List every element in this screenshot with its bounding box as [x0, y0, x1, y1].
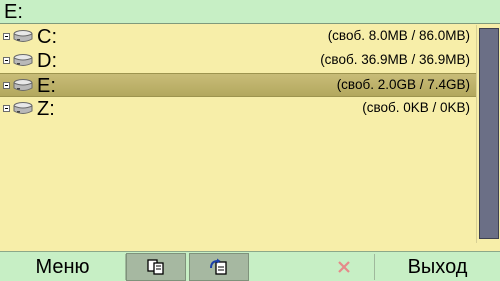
exit-button[interactable]: Выход — [375, 253, 500, 281]
drive-row-c[interactable]: C: (своб. 8.0MB / 86.0MB) — [0, 25, 476, 49]
drive-free-space: (своб. 36.9MB / 36.9MB) — [320, 52, 470, 67]
move-icon — [210, 258, 227, 275]
current-path-title: E: — [4, 1, 23, 23]
file-manager-window: E: C: (своб. 8.0MB / 86.0MB) D: (своб. 3… — [0, 0, 500, 281]
drive-free-space: (своб. 2.0GB / 7.4GB) — [336, 77, 470, 92]
drive-name: D: — [37, 50, 57, 72]
vertical-scrollbar[interactable] — [476, 25, 500, 243]
expand-toggle[interactable] — [3, 82, 10, 89]
drive-free-space: (своб. 0KB / 0KB) — [362, 100, 470, 115]
bottom-toolbar: Меню Выход — [0, 251, 500, 281]
drive-name: Z: — [37, 98, 55, 120]
expand-toggle[interactable] — [3, 57, 10, 64]
drive-name: E: — [37, 75, 56, 97]
drive-icon — [13, 102, 33, 114]
drive-name: C: — [37, 26, 57, 48]
drive-list: C: (своб. 8.0MB / 86.0MB) D: (своб. 36.9… — [0, 25, 476, 243]
drive-free-space: (своб. 8.0MB / 86.0MB) — [327, 28, 470, 43]
menu-button[interactable]: Меню — [0, 253, 125, 281]
expand-toggle[interactable] — [3, 33, 10, 40]
exit-button-label: Выход — [407, 256, 468, 278]
menu-button-label: Меню — [35, 256, 90, 278]
drive-row-e[interactable]: E: (своб. 2.0GB / 7.4GB) — [0, 73, 476, 97]
expand-toggle[interactable] — [3, 105, 10, 112]
copy-icon — [147, 259, 164, 275]
drive-icon — [13, 79, 33, 91]
drive-icon — [13, 30, 33, 42]
copy-button[interactable] — [126, 253, 186, 281]
delete-icon — [338, 261, 350, 273]
move-button[interactable] — [189, 253, 249, 281]
drive-row-z[interactable]: Z: (своб. 0KB / 0KB) — [0, 97, 476, 121]
scrollbar-thumb[interactable] — [479, 28, 499, 239]
title-bar: E: — [0, 0, 500, 24]
drive-row-d[interactable]: D: (своб. 36.9MB / 36.9MB) — [0, 49, 476, 73]
drive-icon — [13, 54, 33, 66]
delete-button[interactable] — [314, 253, 374, 281]
